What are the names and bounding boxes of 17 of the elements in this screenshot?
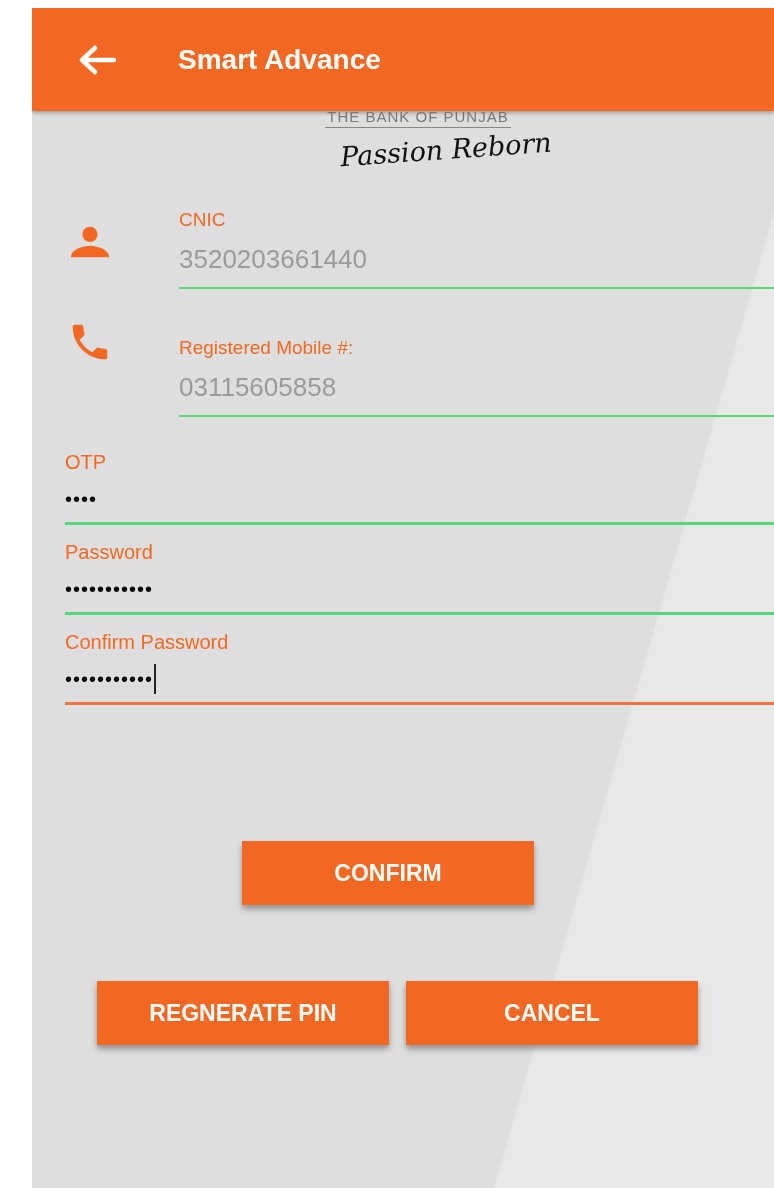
input-field[interactable]: ••••••••••• bbox=[65, 564, 774, 615]
action-button[interactable]: REGNERATE PIN bbox=[97, 981, 389, 1045]
field-label: Registered Mobile #: bbox=[179, 337, 355, 359]
logo-tagline: Passion Reborn bbox=[338, 126, 553, 173]
back-arrow-icon[interactable] bbox=[78, 44, 116, 75]
field-label: Confirm Password bbox=[65, 631, 230, 654]
field-label: Password bbox=[65, 541, 154, 564]
input-field[interactable]: ••••••••••• bbox=[65, 654, 774, 705]
field-label: CNIC bbox=[179, 209, 227, 231]
confirm-button[interactable]: CONFIRM bbox=[242, 841, 534, 905]
app-title: Smart Advance bbox=[178, 43, 381, 76]
input-field[interactable]: •••• bbox=[65, 474, 774, 525]
bank-name: THE BANK OF PUNJAB bbox=[325, 108, 511, 128]
action-button[interactable]: CANCEL bbox=[406, 981, 698, 1045]
field-label: OTP bbox=[65, 451, 108, 474]
input-field[interactable]: 03115605858 bbox=[179, 359, 774, 417]
input-field[interactable]: 3520203661440 bbox=[179, 231, 774, 289]
